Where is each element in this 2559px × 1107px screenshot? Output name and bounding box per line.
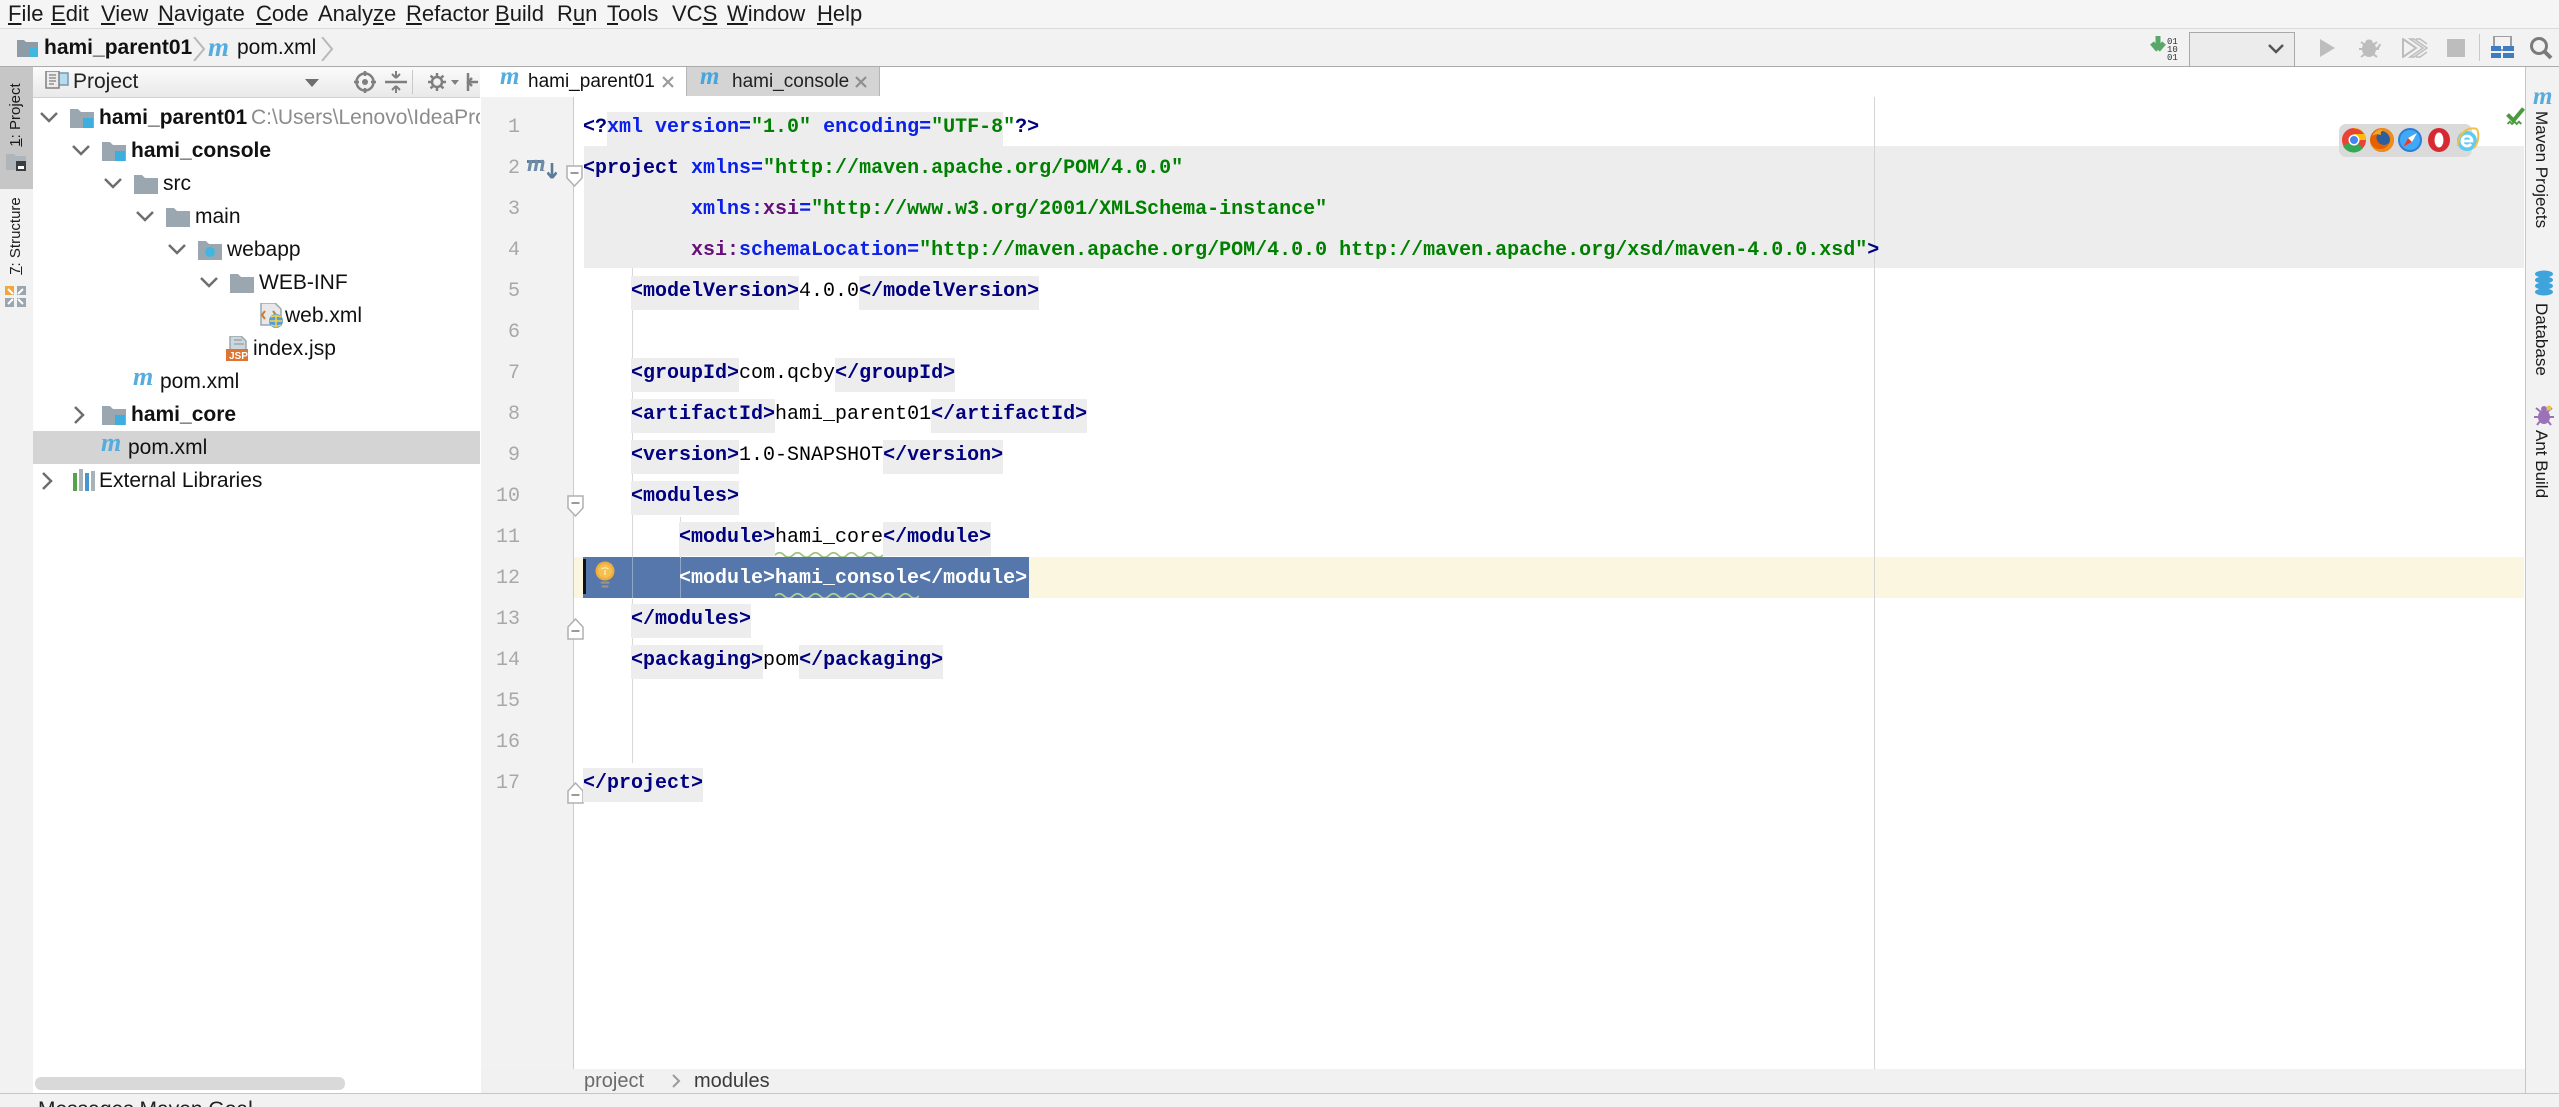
svg-text:01: 01	[2167, 53, 2178, 62]
svg-text:JSP: JSP	[229, 351, 248, 362]
